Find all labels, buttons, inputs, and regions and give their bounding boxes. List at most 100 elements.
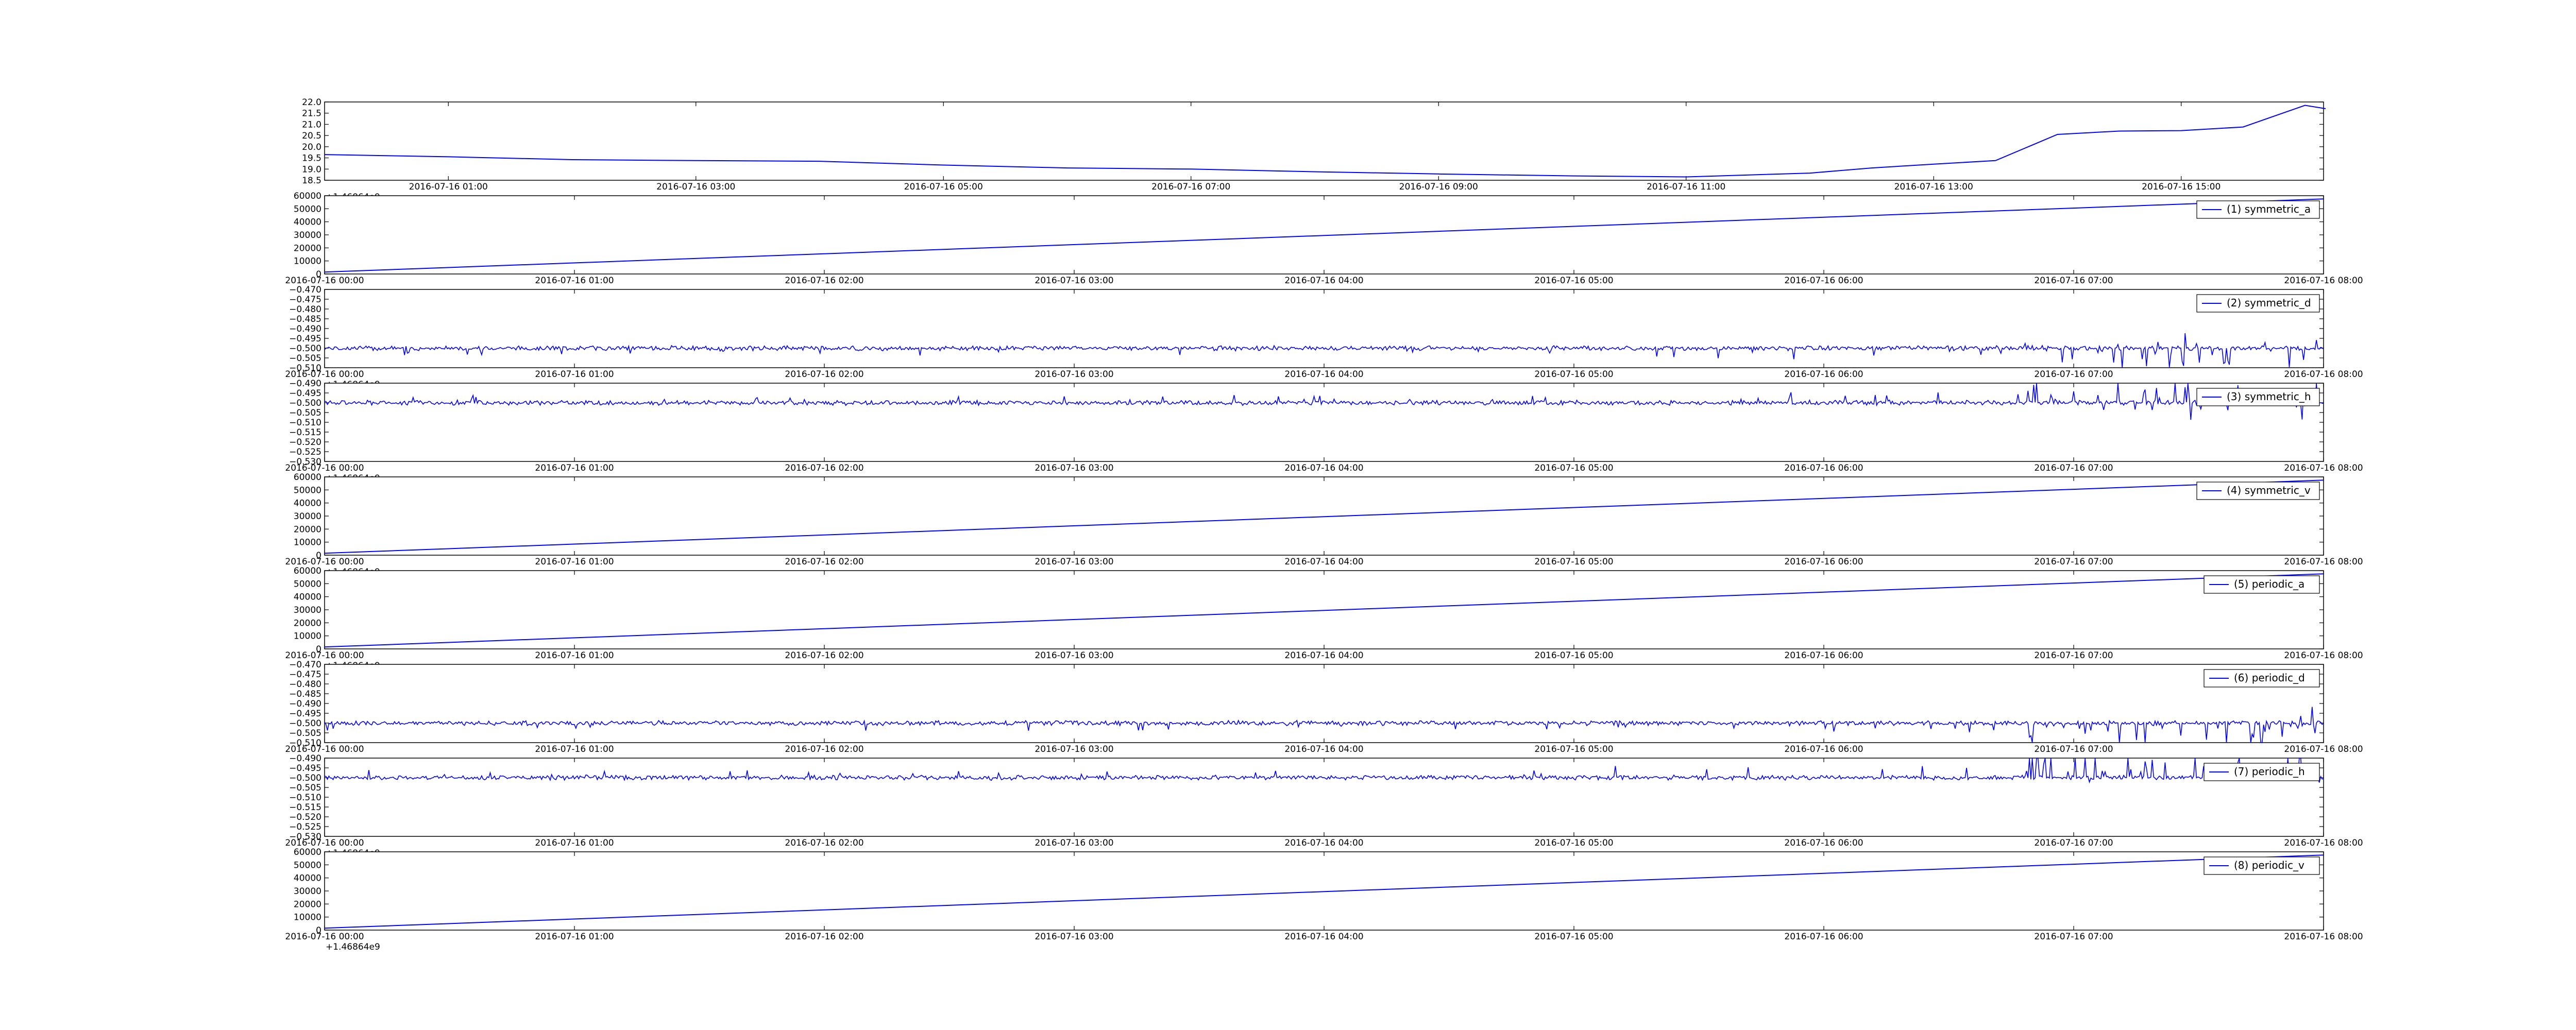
x-tick-label: 2016-07-16 05:00 [1534, 276, 1613, 286]
legend-label: (4) symmetric_v [2227, 484, 2311, 496]
y-tick-label: −0.495 [289, 334, 321, 344]
y-tick-label: −0.500 [289, 773, 321, 783]
y-tick-label: −0.495 [289, 763, 321, 774]
y-tick-label: 50000 [294, 204, 321, 214]
x-tick-label: 2016-07-16 04:00 [1284, 744, 1363, 754]
y-tick-label: 10000 [294, 913, 321, 923]
x-tick-label: 2016-07-16 07:00 [2034, 838, 2113, 848]
y-tick-label: 21.5 [302, 109, 321, 119]
x-tick-label: 2016-07-16 07:00 [2034, 650, 2113, 661]
x-tick-label: 2016-07-16 06:00 [1784, 932, 1863, 942]
offset-label: +1.46864e9 [326, 942, 380, 952]
y-tick-label: −0.490 [289, 324, 321, 334]
x-tick-label: 2016-07-16 00:00 [285, 932, 364, 942]
x-tick-label: 2016-07-16 03:00 [1035, 838, 1113, 848]
x-tick-label: 2016-07-16 06:00 [1784, 369, 1863, 380]
y-tick-label: 20000 [294, 618, 321, 628]
x-tick-label: 2016-07-16 02:00 [785, 744, 863, 754]
y-tick-label: 60000 [294, 847, 321, 857]
x-tick-label: 2016-07-16 03:00 [1035, 744, 1113, 754]
y-tick-label: 20000 [294, 524, 321, 535]
x-tick-label: 2016-07-16 00:00 [285, 557, 364, 567]
y-tick-label: 50000 [294, 579, 321, 589]
x-tick-label: 2016-07-16 07:00 [2034, 463, 2113, 473]
legend-label: (6) periodic_d [2234, 672, 2305, 684]
legend-label: (1) symmetric_a [2227, 203, 2311, 215]
x-tick-label: 2016-07-16 06:00 [1784, 463, 1863, 473]
y-tick-label: 60000 [294, 472, 321, 483]
y-tick-label: −0.480 [289, 679, 321, 690]
y-tick-label: 50000 [294, 485, 321, 495]
legend-label: (7) periodic_h [2234, 765, 2305, 778]
y-tick-label: −0.515 [289, 802, 321, 813]
x-tick-label: 2016-07-16 13:00 [1894, 182, 1973, 192]
y-tick-label: 40000 [294, 217, 321, 228]
y-tick-label: −0.485 [289, 314, 321, 324]
x-tick-label: 2016-07-16 03:00 [1035, 650, 1113, 661]
axes-frame-2 [324, 289, 2324, 368]
x-tick-label: 2016-07-16 07:00 [2034, 276, 2113, 286]
y-tick-label: 10000 [294, 631, 321, 642]
y-tick-label: 30000 [294, 230, 321, 241]
x-tick-label: 2016-07-16 01:00 [535, 650, 614, 661]
x-tick-label: 2016-07-16 06:00 [1784, 744, 1863, 754]
y-tick-label: 50000 [294, 860, 321, 870]
x-tick-label: 2016-07-16 00:00 [285, 463, 364, 473]
x-tick-label: 2016-07-16 08:00 [2284, 369, 2363, 380]
x-tick-label: 2016-07-16 04:00 [1284, 463, 1363, 473]
x-tick-label: 2016-07-16 01:00 [535, 932, 614, 942]
x-tick-label: 2016-07-16 03:00 [1035, 463, 1113, 473]
y-tick-label: −0.505 [289, 783, 321, 793]
y-tick-label: −0.500 [289, 718, 321, 729]
y-tick-label: 20.0 [302, 142, 321, 152]
figure: 22.021.521.020.520.019.519.018.5 2016-07-… [285, 97, 2363, 952]
x-tick-label: 2016-07-16 01:00 [535, 463, 614, 473]
x-tick-label: 2016-07-16 07:00 [2034, 369, 2113, 380]
x-tick-label: 2016-07-16 02:00 [785, 276, 863, 286]
x-tick-label: 2016-07-16 15:00 [2142, 182, 2221, 192]
x-tick-label: 2016-07-16 03:00 [656, 182, 735, 192]
axes-frame-4 [324, 476, 2324, 556]
x-tick-label: 2016-07-16 05:00 [904, 182, 983, 192]
y-tick-label: −0.520 [289, 437, 321, 448]
x-tick-label: 2016-07-16 01:00 [535, 276, 614, 286]
x-tick-label: 2016-07-16 08:00 [2284, 276, 2363, 286]
y-tick-label: −0.505 [289, 728, 321, 739]
x-tick-label: 2016-07-16 06:00 [1784, 276, 1863, 286]
y-tick-label: 20000 [294, 243, 321, 253]
y-tick-label: 30000 [294, 511, 321, 522]
y-tick-label: −0.510 [289, 793, 321, 803]
x-tick-label: 2016-07-16 05:00 [1534, 932, 1613, 942]
x-tick-label: 2016-07-16 03:00 [1035, 932, 1113, 942]
y-tick-label: 22.0 [302, 97, 321, 108]
x-tick-label: 2016-07-16 00:00 [285, 276, 364, 286]
x-tick-label: 2016-07-16 07:00 [2034, 557, 2113, 567]
x-tick-label: 2016-07-16 08:00 [2284, 744, 2363, 754]
legend-label: (2) symmetric_d [2227, 297, 2311, 309]
y-tick-label: −0.490 [289, 753, 321, 764]
x-tick-label: 2016-07-16 03:00 [1035, 557, 1113, 567]
x-tick-label: 2016-07-16 02:00 [785, 369, 863, 380]
y-tick-label: −0.505 [289, 353, 321, 364]
x-tick-label: 2016-07-16 01:00 [535, 369, 614, 380]
axes-frame-8 [324, 851, 2324, 931]
y-tick-label: −0.520 [289, 812, 321, 822]
x-tick-label: 2016-07-16 04:00 [1284, 650, 1363, 661]
x-tick-label: 2016-07-16 11:00 [1647, 182, 1725, 192]
x-tick-label: 2016-07-16 05:00 [1534, 650, 1613, 661]
y-tick-label: 60000 [294, 566, 321, 576]
y-tick-label: 21.0 [302, 119, 321, 130]
x-tick-label: 2016-07-16 00:00 [285, 650, 364, 661]
y-tick-label: −0.495 [289, 709, 321, 719]
axes-frame-6 [324, 664, 2324, 743]
x-tick-label: 2016-07-16 08:00 [2284, 932, 2363, 942]
x-tick-label: 2016-07-16 03:00 [1035, 369, 1113, 380]
x-tick-label: 2016-07-16 05:00 [1534, 369, 1613, 380]
x-tick-label: 2016-07-16 04:00 [1284, 932, 1363, 942]
x-tick-label: 2016-07-16 02:00 [785, 463, 863, 473]
x-tick-label: 2016-07-16 08:00 [2284, 838, 2363, 848]
x-tick-label: 2016-07-16 08:00 [2284, 463, 2363, 473]
x-tick-label: 2016-07-16 08:00 [2284, 557, 2363, 567]
x-tick-label: 2016-07-16 01:00 [535, 838, 614, 848]
y-tick-label: −0.475 [289, 670, 321, 680]
